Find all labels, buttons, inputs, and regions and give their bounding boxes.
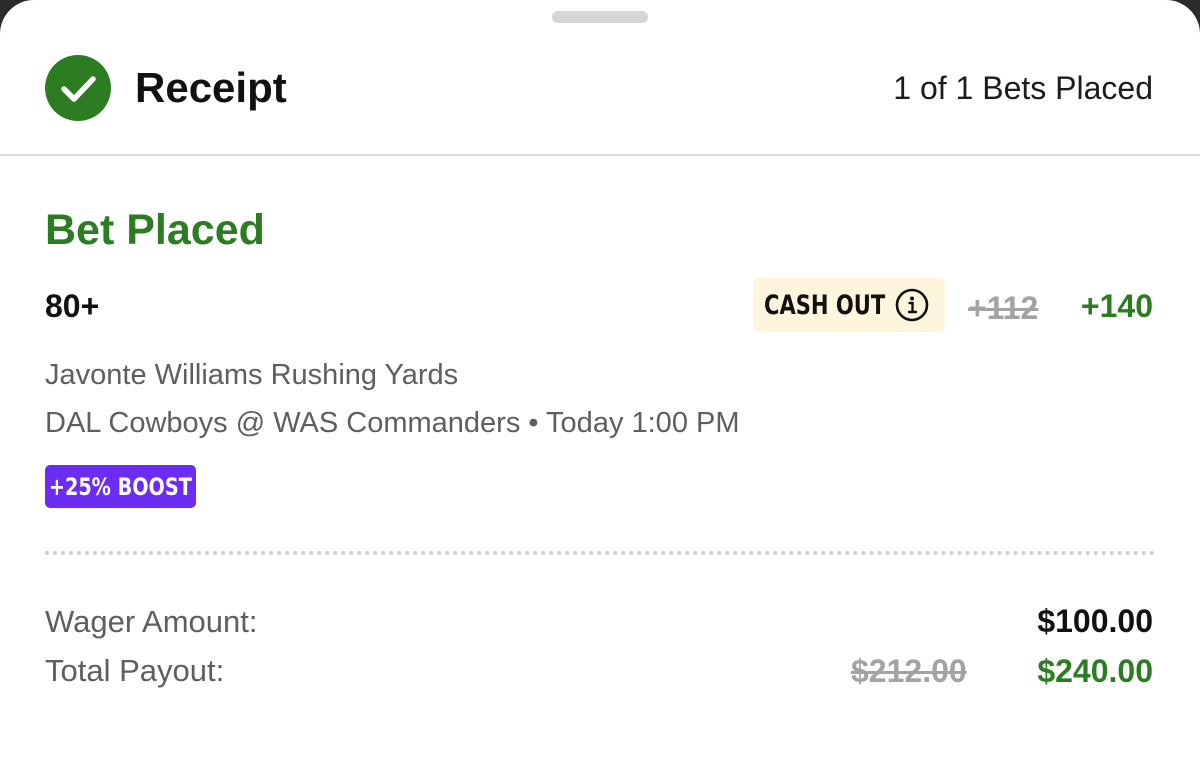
cash-out-label: CASH OUT bbox=[764, 289, 886, 321]
boost-badge-label: +25% BOOST bbox=[49, 472, 192, 501]
boosted-odds: +140 bbox=[1080, 288, 1153, 324]
cash-out-button[interactable]: CASH OUT bbox=[753, 278, 945, 332]
receipt-header: Receipt 1 of 1 Bets Placed bbox=[0, 0, 1200, 156]
receipt-sheet: Receipt 1 of 1 Bets Placed Bet Placed 80… bbox=[0, 0, 1200, 760]
info-icon[interactable] bbox=[894, 287, 930, 323]
boosted-payout: $240.00 bbox=[1037, 653, 1153, 689]
dotted-divider bbox=[45, 551, 1155, 555]
page-title: Receipt bbox=[135, 64, 287, 111]
wager-amount-label: Wager Amount: bbox=[45, 604, 258, 639]
bet-event: DAL Cowboys @ WAS Commanders • Today 1:0… bbox=[45, 407, 740, 439]
original-payout: $212.00 bbox=[851, 653, 967, 689]
bets-placed-count: 1 of 1 Bets Placed bbox=[893, 70, 1153, 106]
bet-market: Javonte Williams Rushing Yards bbox=[45, 359, 459, 391]
bet-selection: 80+ bbox=[45, 288, 100, 324]
total-payout-label: Total Payout: bbox=[45, 653, 225, 688]
check-circle-icon bbox=[45, 55, 111, 121]
original-odds: +112 bbox=[968, 290, 1039, 326]
bet-status: Bet Placed bbox=[45, 206, 265, 254]
wager-amount-value: $100.00 bbox=[1037, 603, 1153, 639]
boost-badge: +25% BOOST bbox=[45, 465, 196, 508]
